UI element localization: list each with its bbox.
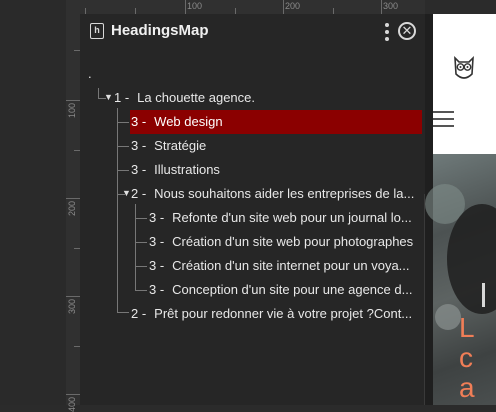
tree-item-h3[interactable]: 3 - Création d'un site internet pour un v… — [149, 254, 421, 278]
ruler-left: 100 200 300 400 — [66, 14, 81, 412]
tree-item-h2[interactable]: 2 - Prêt pour redonner vie à votre projet… — [131, 302, 421, 326]
hamburger-menu-icon[interactable] — [433, 111, 454, 132]
heading-text: Web design — [154, 114, 223, 129]
heading-level: 2 - — [131, 306, 147, 321]
ruler-top-label: 100 — [187, 1, 203, 11]
heading-text: La chouette agence. — [137, 90, 255, 105]
ruler-top-label: 300 — [383, 1, 399, 11]
kebab-menu-icon[interactable] — [384, 23, 390, 41]
heading-level: 3 - — [149, 258, 165, 273]
collapse-caret-icon[interactable]: ▼ — [122, 188, 131, 198]
tree-connector — [117, 312, 129, 313]
ruler-tick — [283, 0, 284, 14]
heading-text: Création d'un site internet pour un voya… — [172, 258, 410, 273]
heading-level: 3 - — [131, 114, 147, 129]
tree-item-h3[interactable]: 3 - Stratégie — [131, 134, 421, 158]
headingsmap-logo-icon: h — [90, 23, 104, 39]
tree-connector — [98, 88, 99, 98]
tree-item-h3-selected[interactable]: 3 - Web design — [130, 110, 422, 134]
tree-connector — [117, 108, 118, 312]
heading-level: 2 - — [131, 186, 147, 201]
left-gutter — [0, 0, 66, 405]
ruler-corner — [66, 0, 80, 14]
headingsmap-panel: h HeadingsMap ✕ . ▼ ▼ 1 - La chouette age… — [80, 14, 428, 405]
tree-connector — [117, 170, 129, 171]
ruler-top: 100 200 300 — [80, 0, 425, 15]
ruler-tick — [66, 100, 80, 101]
ruler-top-label: 200 — [285, 1, 301, 11]
page-preview: L c a — [425, 14, 496, 405]
heading-text: Illustrations — [154, 162, 220, 177]
owl-logo-icon — [454, 55, 474, 79]
ruler-left-label: 100 — [67, 102, 77, 118]
tree-connector — [117, 146, 129, 147]
slider-handle-icon[interactable] — [482, 283, 485, 307]
ruler-tick — [66, 394, 80, 395]
hero-letter: a — [459, 372, 475, 403]
hero-letter: c — [459, 342, 473, 373]
heading-level: 3 - — [131, 138, 147, 153]
heading-level: 3 - — [149, 210, 165, 225]
tree-connector — [135, 204, 136, 290]
ruler-left-label: 400 — [67, 396, 77, 412]
tree-connector — [135, 218, 147, 219]
heading-level: 3 - — [131, 162, 147, 177]
ruler-left-label: 300 — [67, 298, 77, 314]
panel-title: HeadingsMap — [111, 22, 209, 39]
heading-text: Stratégie — [154, 138, 207, 153]
close-icon[interactable]: ✕ — [398, 22, 416, 40]
heading-level: 1 - — [114, 90, 130, 105]
hero-letter: L — [459, 312, 475, 343]
tree-item-h3[interactable]: 3 - Illustrations — [131, 158, 421, 182]
tree-root[interactable]: . — [88, 62, 108, 86]
heading-text: Nous souhaitons aider les entreprises de… — [154, 186, 415, 201]
heading-text: Refonte d'un site web pour un journal lo… — [172, 210, 412, 225]
heading-level: 3 - — [149, 234, 165, 249]
tree-connector — [135, 290, 147, 291]
heading-text: Prêt pour redonner vie à votre projet ?C… — [154, 306, 413, 321]
ruler-tick — [381, 0, 382, 14]
tree-item-h2[interactable]: 2 - Nous souhaitons aider les entreprises… — [131, 182, 421, 206]
photo-detail — [435, 304, 461, 330]
tree-item-h1[interactable]: 1 - La chouette agence. — [114, 86, 414, 110]
tree-connector — [135, 266, 147, 267]
panel-header: h HeadingsMap ✕ — [80, 14, 425, 48]
heading-level: 3 - — [149, 282, 165, 297]
ruler-tick — [66, 198, 80, 199]
heading-text: Conception d'un site pour une agence d..… — [172, 282, 413, 297]
tree-item-h3[interactable]: 3 - Conception d'un site pour une agence … — [149, 278, 421, 302]
ruler-tick — [66, 296, 80, 297]
tree-connector — [117, 122, 129, 123]
heading-text: Création d'un site web pour photographes — [172, 234, 414, 249]
tree-connector — [135, 242, 147, 243]
tree-item-h3[interactable]: 3 - Création d'un site web pour photograp… — [149, 230, 421, 254]
tree-item-h3[interactable]: 3 - Refonte d'un site web pour un journal… — [149, 206, 421, 230]
ruler-left-label: 200 — [67, 200, 77, 216]
ruler-tick — [185, 0, 186, 14]
hero-image: L c a — [425, 154, 496, 405]
collapse-caret-icon[interactable]: ▼ — [104, 92, 113, 102]
